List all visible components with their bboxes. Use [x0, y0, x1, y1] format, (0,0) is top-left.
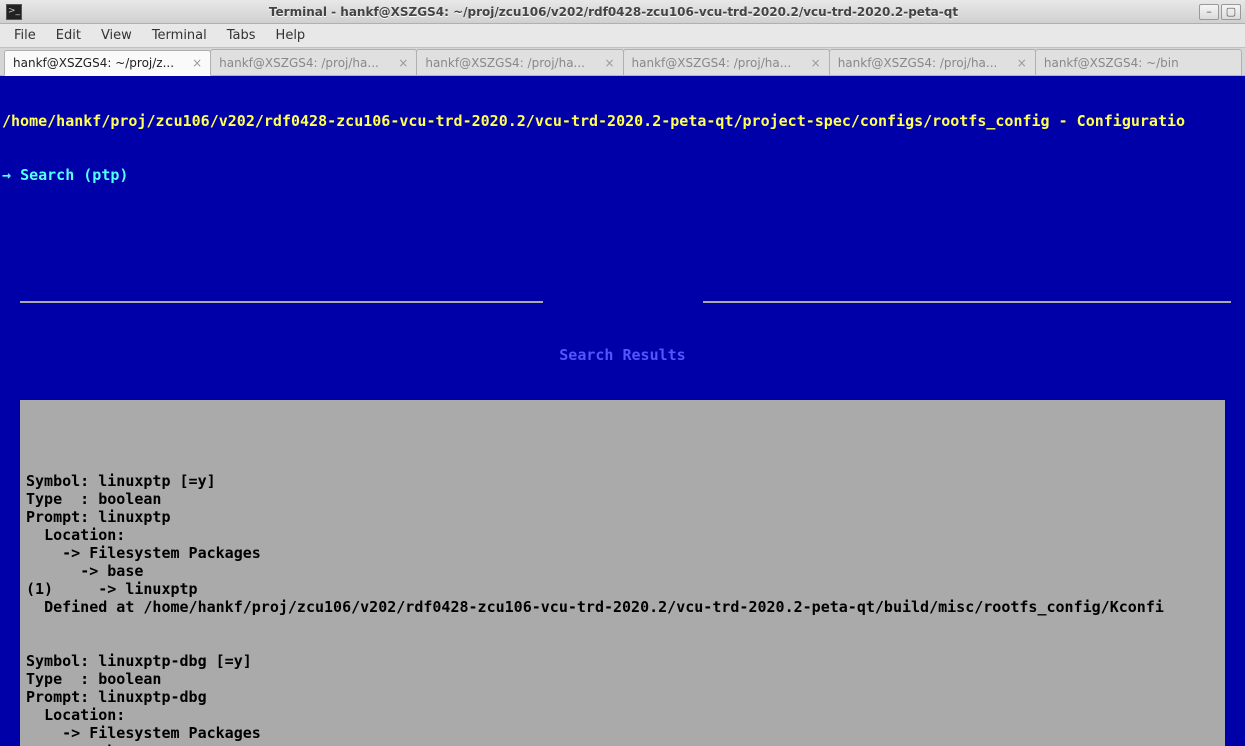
menubar: File Edit View Terminal Tabs Help — [0, 24, 1245, 48]
tab-label: hankf@XSZGS4: /proj/ha... — [425, 56, 600, 70]
tab-label: hankf@XSZGS4: /proj/ha... — [838, 56, 1013, 70]
kconfig-search-line: → Search (ptp) — [0, 166, 1245, 184]
window-controls: – ▢ — [1199, 4, 1241, 20]
close-icon[interactable]: × — [811, 56, 821, 70]
tab-0[interactable]: hankf@XSZGS4: ~/proj/z... × — [4, 50, 211, 76]
close-icon[interactable]: × — [398, 56, 408, 70]
dialog-frame-top: Search Results — [10, 292, 1235, 310]
menu-edit[interactable]: Edit — [48, 26, 89, 45]
tab-5[interactable]: hankf@XSZGS4: ~/bin — [1035, 49, 1242, 75]
arrow-icon: → — [2, 166, 11, 184]
tab-1[interactable]: hankf@XSZGS4: /proj/ha... × — [210, 49, 417, 75]
kconfig-path: /home/hankf/proj/zcu106/v202/rdf0428-zcu… — [0, 112, 1245, 130]
tab-3[interactable]: hankf@XSZGS4: /proj/ha... × — [623, 49, 830, 75]
tab-4[interactable]: hankf@XSZGS4: /proj/ha... × — [829, 49, 1036, 75]
close-icon[interactable]: × — [192, 56, 202, 70]
terminal-app-icon: >_ — [6, 4, 22, 20]
tab-2[interactable]: hankf@XSZGS4: /proj/ha... × — [416, 49, 623, 75]
terminal-viewport[interactable]: /home/hankf/proj/zcu106/v202/rdf0428-zcu… — [0, 76, 1245, 746]
window-titlebar: >_ Terminal - hankf@XSZGS4: ~/proj/zcu10… — [0, 0, 1245, 24]
menu-help[interactable]: Help — [268, 26, 314, 45]
tabbar: hankf@XSZGS4: ~/proj/z... × hankf@XSZGS4… — [0, 48, 1245, 76]
window-title: Terminal - hankf@XSZGS4: ~/proj/zcu106/v… — [28, 5, 1199, 19]
search-result-1: Symbol: linuxptp [=y] Type : boolean Pro… — [26, 454, 1219, 746]
tab-label: hankf@XSZGS4: ~/bin — [1044, 56, 1233, 70]
menu-file[interactable]: File — [6, 26, 44, 45]
tab-label: hankf@XSZGS4: /proj/ha... — [632, 56, 807, 70]
menu-view[interactable]: View — [93, 26, 140, 45]
close-icon[interactable]: × — [1017, 56, 1027, 70]
maximize-button[interactable]: ▢ — [1221, 4, 1241, 20]
tab-label: hankf@XSZGS4: ~/proj/z... — [13, 56, 188, 70]
search-label: Search (ptp) — [20, 166, 128, 184]
menu-tabs[interactable]: Tabs — [219, 26, 264, 45]
tab-label: hankf@XSZGS4: /proj/ha... — [219, 56, 394, 70]
close-icon[interactable]: × — [604, 56, 614, 70]
search-results-body: Symbol: linuxptp [=y] Type : boolean Pro… — [26, 436, 1219, 746]
dialog-title: Search Results — [10, 346, 1235, 364]
menu-terminal[interactable]: Terminal — [144, 26, 215, 45]
minimize-button[interactable]: – — [1199, 4, 1219, 20]
